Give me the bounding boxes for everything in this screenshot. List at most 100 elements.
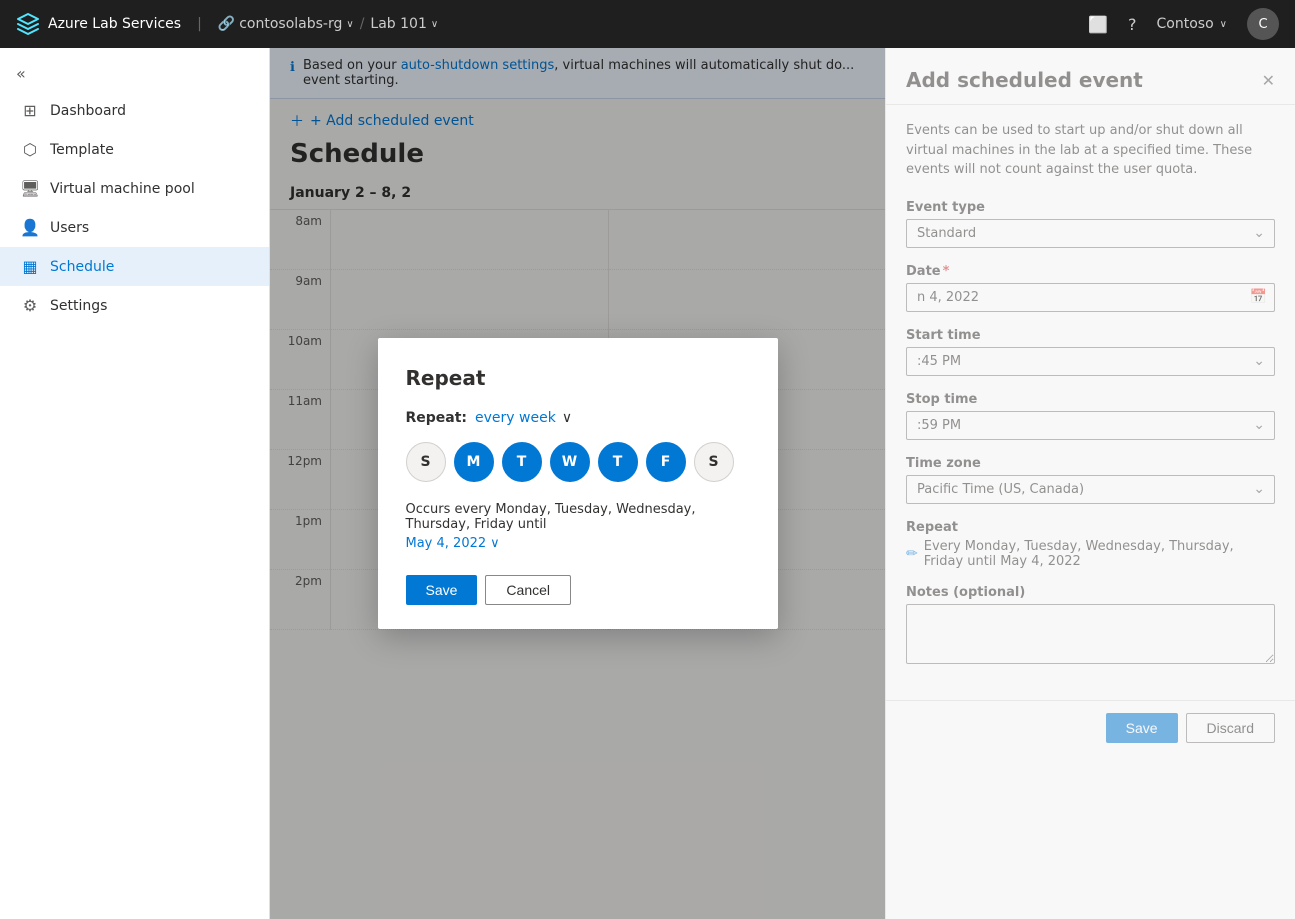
date-group: Date* n 4, 2022 📅 (906, 264, 1275, 312)
sidebar-item-template[interactable]: ⬡ Template (0, 130, 269, 169)
sidebar-item-settings[interactable]: ⚙ Settings (0, 286, 269, 325)
day-thursday-button[interactable]: T (598, 442, 638, 482)
sidebar-item-dashboard[interactable]: ⊞ Dashboard (0, 91, 269, 130)
app-brand-name: Azure Lab Services (48, 16, 181, 32)
notes-group: Notes (optional) (906, 585, 1275, 668)
monitor-icon[interactable]: ⬜ (1088, 15, 1108, 34)
start-time-select-wrapper: :45 PM (906, 347, 1275, 376)
breadcrumb-separator: / (360, 16, 365, 32)
breadcrumb-icon: 🔗 (218, 16, 235, 32)
repeat-modal: Repeat Repeat: every week ∨ S M T W T F … (378, 338, 778, 629)
sidebar-item-settings-label: Settings (50, 298, 107, 314)
days-of-week-selector: S M T W T F S (406, 442, 750, 482)
sidebar: « ⊞ Dashboard ⬡ Template 🖥 Virtual machi… (0, 48, 270, 919)
repeat-info-row: ✏ Every Monday, Tuesday, Wednesday, Thur… (906, 539, 1275, 569)
repeat-text: Every Monday, Tuesday, Wednesday, Thursd… (924, 539, 1275, 569)
repeat-group: Repeat ✏ Every Monday, Tuesday, Wednesda… (906, 520, 1275, 569)
breadcrumb-lab-label: Lab 101 (370, 16, 426, 32)
breadcrumb-resource-group[interactable]: 🔗 contosolabs-rg ∨ (218, 16, 354, 32)
vm-pool-icon: 🖥 (20, 179, 40, 198)
stop-time-select[interactable]: :59 PM (906, 411, 1275, 440)
sidebar-item-users[interactable]: 👤 Users (0, 208, 269, 247)
user-menu[interactable]: Contoso ∨ (1157, 16, 1227, 32)
day-friday-button[interactable]: F (646, 442, 686, 482)
sidebar-item-users-label: Users (50, 220, 89, 236)
dashboard-icon: ⊞ (20, 101, 40, 120)
add-scheduled-event-panel: Add scheduled event ✕ Events can be used… (885, 48, 1295, 919)
day-monday-button[interactable]: M (454, 442, 494, 482)
start-time-group: Start time :45 PM (906, 328, 1275, 376)
modal-overlay: Repeat Repeat: every week ∨ S M T W T F … (270, 48, 885, 919)
content-area: ℹ Based on your auto-shutdown settings, … (270, 48, 885, 919)
main-layout: « ⊞ Dashboard ⬡ Template 🖥 Virtual machi… (0, 48, 1295, 919)
sidebar-item-schedule-label: Schedule (50, 259, 114, 275)
day-saturday-button[interactable]: S (694, 442, 734, 482)
sidebar-item-vm-pool-label: Virtual machine pool (50, 181, 195, 197)
panel-footer: Save Discard (886, 700, 1295, 755)
until-chevron-icon: ∨ (490, 536, 500, 551)
timezone-label: Time zone (906, 456, 1275, 471)
app-logo[interactable]: Azure Lab Services (16, 12, 181, 36)
event-type-select[interactable]: Standard (906, 219, 1275, 248)
settings-icon: ⚙ (20, 296, 40, 315)
panel-header: Add scheduled event ✕ (886, 48, 1295, 105)
topnav-right-area: ⬜ ? Contoso ∨ C (1088, 8, 1279, 40)
notes-textarea[interactable] (906, 604, 1275, 664)
stop-time-group: Stop time :59 PM (906, 392, 1275, 440)
repeat-dropdown-chevron-icon: ∨ (562, 410, 572, 426)
sidebar-item-vm-pool[interactable]: 🖥 Virtual machine pool (0, 169, 269, 208)
date-label: Date* (906, 264, 1275, 279)
day-wednesday-button[interactable]: W (550, 442, 590, 482)
template-icon: ⬡ (20, 140, 40, 159)
close-panel-button[interactable]: ✕ (1262, 71, 1275, 90)
panel-title: Add scheduled event (906, 68, 1143, 92)
calendar-icon: 📅 (1250, 289, 1267, 305)
nav-separator-1: | (197, 16, 202, 32)
panel-description: Events can be used to start up and/or sh… (906, 121, 1275, 180)
notes-label: Notes (optional) (906, 585, 1275, 600)
repeat-dropdown-row: Repeat: every week ∨ (406, 410, 750, 426)
until-date-value: May 4, 2022 (406, 536, 487, 551)
schedule-icon: ▦ (20, 257, 40, 276)
modal-cancel-button[interactable]: Cancel (485, 575, 571, 605)
sidebar-toggle-button[interactable]: « (0, 56, 269, 91)
repeat-frequency-dropdown[interactable]: every week ∨ (475, 410, 572, 426)
panel-discard-button[interactable]: Discard (1186, 713, 1275, 743)
breadcrumb-lab[interactable]: Lab 101 ∨ (370, 16, 438, 32)
repeat-prefix: Repeat: (406, 410, 468, 426)
start-time-select[interactable]: :45 PM (906, 347, 1275, 376)
modal-save-button[interactable]: Save (406, 575, 478, 605)
top-navigation: Azure Lab Services | 🔗 contosolabs-rg ∨ … (0, 0, 1295, 48)
modal-title: Repeat (406, 366, 750, 390)
day-sunday-button[interactable]: S (406, 442, 446, 482)
users-icon: 👤 (20, 218, 40, 237)
repeat-label: Repeat (906, 520, 1275, 535)
event-type-select-wrapper: Standard (906, 219, 1275, 248)
stop-time-label: Stop time (906, 392, 1275, 407)
start-time-label: Start time (906, 328, 1275, 343)
breadcrumb: 🔗 contosolabs-rg ∨ / Lab 101 ∨ (218, 16, 438, 32)
event-type-group: Event type Standard (906, 200, 1275, 248)
repeat-edit-icon[interactable]: ✏ (906, 546, 918, 562)
repeat-frequency-value: every week (475, 410, 556, 426)
user-org-label: Contoso (1157, 16, 1214, 32)
help-icon[interactable]: ? (1128, 15, 1137, 34)
sidebar-item-schedule[interactable]: ▦ Schedule (0, 247, 269, 286)
timezone-group: Time zone Pacific Time (US, Canada) (906, 456, 1275, 504)
timezone-select-wrapper: Pacific Time (US, Canada) (906, 475, 1275, 504)
date-input-wrapper: n 4, 2022 📅 (906, 283, 1275, 312)
date-input[interactable]: n 4, 2022 (906, 283, 1275, 312)
modal-actions: Save Cancel (406, 575, 750, 605)
panel-save-button[interactable]: Save (1106, 713, 1178, 743)
sidebar-item-dashboard-label: Dashboard (50, 103, 126, 119)
breadcrumb-rg-label: contosolabs-rg (239, 16, 342, 32)
until-date-link[interactable]: May 4, 2022 ∨ (406, 536, 750, 551)
chevron-down-icon: ∨ (346, 19, 353, 30)
day-tuesday-button[interactable]: T (502, 442, 542, 482)
timezone-select[interactable]: Pacific Time (US, Canada) (906, 475, 1275, 504)
required-marker: * (943, 264, 950, 279)
event-type-label: Event type (906, 200, 1275, 215)
avatar[interactable]: C (1247, 8, 1279, 40)
stop-time-select-wrapper: :59 PM (906, 411, 1275, 440)
chevron-down-icon-2: ∨ (431, 19, 438, 30)
